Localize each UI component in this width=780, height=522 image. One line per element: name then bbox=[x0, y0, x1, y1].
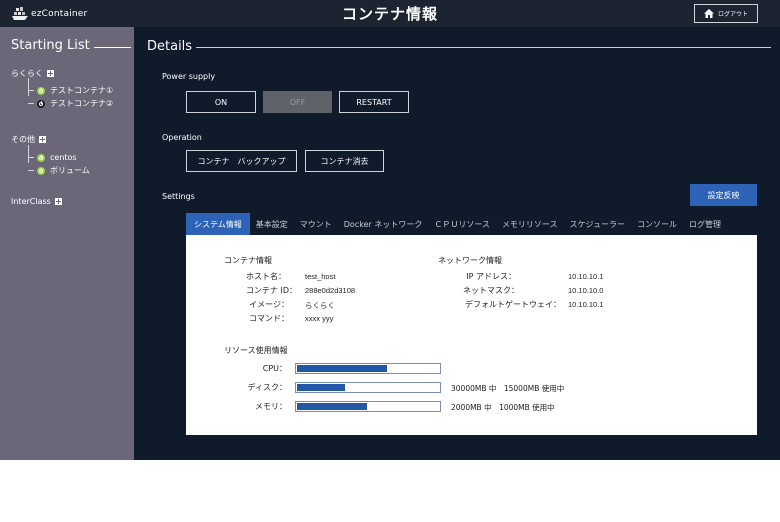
usage-bar-fill bbox=[297, 384, 346, 391]
power-off-icon bbox=[37, 99, 45, 108]
tab-mount[interactable]: マウント bbox=[294, 213, 338, 235]
backup-button[interactable]: コンテナ バックアップ bbox=[186, 150, 297, 172]
power-on-icon bbox=[37, 166, 45, 175]
disk-usage-text: 30000MB 中 15000MB 使用中 bbox=[451, 384, 565, 393]
header: ezContainer コンテナ情報 ログアウト bbox=[0, 0, 780, 27]
container-info-heading: コンテナ情報 bbox=[224, 256, 272, 265]
command-label: コマンド： bbox=[249, 314, 289, 323]
resource-usage-heading: リソース使用情報 bbox=[224, 346, 288, 355]
tab-basic-settings[interactable]: 基本設定 bbox=[250, 213, 294, 235]
home-icon bbox=[703, 9, 714, 18]
main-content: Details Power supply ON OFF RESTART Oper… bbox=[134, 27, 780, 460]
container-item-label: テストコンテナ① bbox=[50, 86, 114, 95]
tab-log-management[interactable]: ログ管理 bbox=[683, 213, 727, 235]
logout-label: ログアウト bbox=[717, 12, 748, 18]
app-window: ezContainer コンテナ情報 ログアウト Starting List ら… bbox=[0, 0, 780, 460]
container-item-label: テストコンテナ② bbox=[50, 99, 114, 108]
tab-console[interactable]: コンソール bbox=[631, 213, 683, 235]
tree-sonota: centos ボリューム bbox=[28, 145, 90, 177]
restart-button[interactable]: RESTART bbox=[339, 91, 409, 113]
details-divider bbox=[196, 47, 771, 48]
system-info-panel: コンテナ情報 ホスト名： test_host コンテナ ID： 288e0d2d… bbox=[186, 235, 757, 435]
sidebar-title: Starting List bbox=[11, 38, 90, 53]
cpu-label: CPU： bbox=[262, 364, 287, 373]
logout-button[interactable]: ログアウト bbox=[694, 4, 758, 23]
tab-scheduler[interactable]: スケジューラー bbox=[564, 213, 631, 235]
ip-address-label: IP アドレス： bbox=[466, 272, 516, 281]
tab-docker-network[interactable]: Docker ネットワーク bbox=[338, 213, 429, 235]
power-off-button[interactable]: OFF bbox=[263, 91, 332, 113]
ip-address-value: 10.10.10.1 bbox=[568, 272, 604, 281]
memory-label: メモリ： bbox=[255, 402, 287, 411]
netmask-value: 10.10.10.0 bbox=[568, 286, 604, 295]
usage-bar-fill bbox=[297, 365, 388, 372]
cpu-usage-bar bbox=[295, 363, 441, 374]
sidebar-title-divider bbox=[94, 47, 131, 48]
memory-usage-bar bbox=[295, 401, 441, 412]
page-title: コンテナ情報 bbox=[341, 5, 438, 23]
power-on-icon bbox=[37, 86, 45, 95]
disk-label: ディスク： bbox=[247, 383, 287, 392]
usage-bar-fill bbox=[297, 403, 367, 410]
hostname-value: test_host bbox=[305, 272, 336, 281]
sidebar-group-interclass[interactable]: InterClass bbox=[11, 197, 62, 206]
apply-settings-button[interactable]: 設定反映 bbox=[690, 184, 757, 206]
container-item[interactable]: ボリューム bbox=[28, 164, 90, 177]
tree-rakuraku: テストコンテナ① テストコンテナ② bbox=[28, 78, 114, 110]
image-label: イメージ： bbox=[249, 300, 289, 309]
logo-text: ezContainer bbox=[31, 9, 88, 19]
tab-cpu-resource[interactable]: ＣＰＵリソース bbox=[428, 213, 496, 235]
network-info-heading: ネットワーク情報 bbox=[438, 256, 502, 265]
sidebar-group-sonota[interactable]: その他 bbox=[11, 134, 46, 145]
expand-plus-icon[interactable] bbox=[47, 70, 54, 77]
container-item[interactable]: テストコンテナ② bbox=[28, 97, 114, 110]
power-on-button[interactable]: ON bbox=[186, 91, 256, 113]
container-item[interactable]: テストコンテナ① bbox=[28, 84, 114, 97]
command-value: xxxx yyy bbox=[305, 314, 334, 323]
sidebar: Starting List らくらく テストコンテナ① テストコンテナ② その他 bbox=[0, 27, 134, 460]
hostname-label: ホスト名： bbox=[246, 272, 286, 281]
operation-label: Operation bbox=[162, 133, 202, 142]
default-gateway-value: 10.10.10.1 bbox=[568, 300, 604, 309]
settings-tabs: システム情報 基本設定 マウント Docker ネットワーク ＣＰＵリソース メ… bbox=[186, 213, 727, 235]
default-gateway-label: デフォルトゲートウェイ： bbox=[465, 300, 561, 309]
disk-usage-bar bbox=[295, 382, 441, 393]
container-id-value: 288e0d2d3108 bbox=[305, 286, 356, 295]
settings-label: Settings bbox=[162, 192, 195, 201]
power-on-icon bbox=[37, 153, 45, 162]
group-label: らくらく bbox=[11, 69, 43, 78]
power-supply-label: Power supply bbox=[162, 72, 216, 81]
expand-plus-icon[interactable] bbox=[39, 136, 46, 143]
tab-memory-resource[interactable]: メモリリソース bbox=[496, 213, 564, 235]
expand-plus-icon[interactable] bbox=[54, 198, 62, 205]
group-label: その他 bbox=[11, 135, 35, 144]
memory-usage-text: 2000MB 中 1000MB 使用中 bbox=[451, 403, 555, 412]
container-item-label: ボリューム bbox=[50, 166, 90, 175]
details-title: Details bbox=[147, 39, 193, 54]
delete-container-button[interactable]: コンテナ消去 bbox=[305, 150, 384, 172]
tab-system-info[interactable]: システム情報 bbox=[186, 213, 250, 235]
container-item[interactable]: centos bbox=[28, 151, 90, 164]
logo: ezContainer bbox=[12, 6, 87, 22]
group-label: InterClass bbox=[11, 197, 51, 206]
container-id-label: コンテナ ID： bbox=[245, 286, 297, 295]
container-item-label: centos bbox=[50, 153, 77, 162]
container-ship-icon bbox=[12, 7, 28, 20]
netmask-label: ネットマスク： bbox=[463, 286, 519, 295]
image-value: らくらく bbox=[305, 301, 335, 310]
sidebar-group-rakuraku[interactable]: らくらく bbox=[11, 68, 54, 79]
